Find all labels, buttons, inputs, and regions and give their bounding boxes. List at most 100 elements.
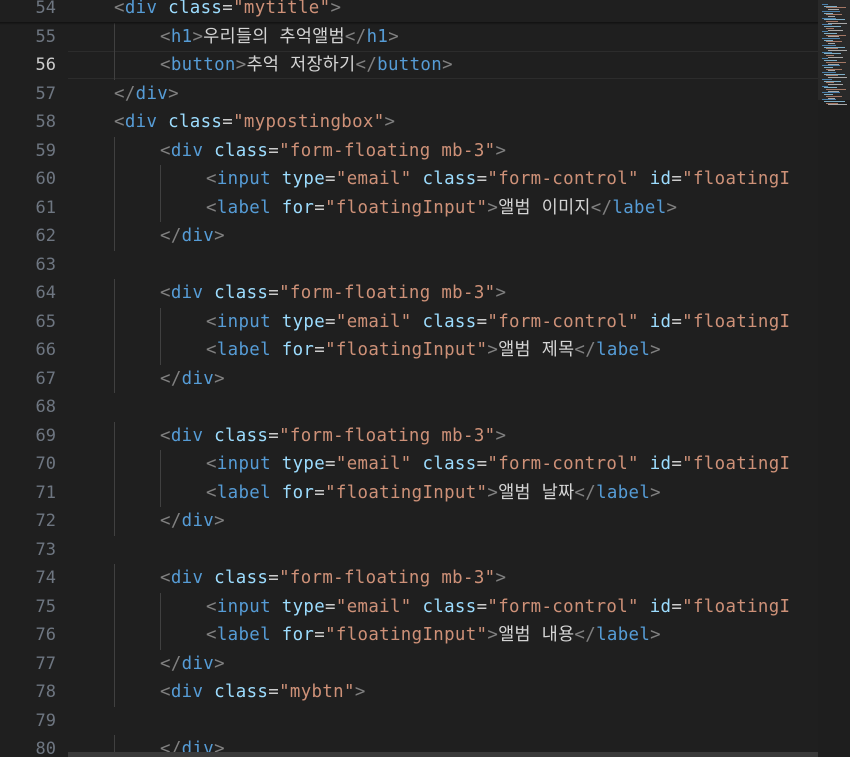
code-token: = xyxy=(476,454,488,474)
code-line[interactable]: <h1>우리들의 추억앨범</h1> xyxy=(68,23,399,52)
code-token: div xyxy=(124,0,158,18)
line-number: 60 xyxy=(35,169,56,189)
code-token: = xyxy=(222,0,234,18)
code-line[interactable]: <div class="mypostingbox"> xyxy=(68,108,395,137)
code-token: = xyxy=(671,311,683,332)
code-token: type xyxy=(281,169,326,189)
code-token: </ xyxy=(160,226,182,246)
line-number: 75 xyxy=(35,596,56,617)
code-token: = xyxy=(325,311,336,332)
code-token: button xyxy=(170,55,236,75)
code-token: < xyxy=(160,568,171,588)
code-token: label xyxy=(596,340,651,360)
code-token: < xyxy=(114,0,125,18)
minimap[interactable] xyxy=(818,0,850,757)
code-token: < xyxy=(206,169,217,189)
code-token: = xyxy=(268,283,280,303)
code-token: > xyxy=(235,55,247,75)
code-token: input xyxy=(216,454,271,474)
code-token: div xyxy=(170,425,204,446)
line-number: 55 xyxy=(35,26,56,47)
code-token: div xyxy=(124,112,158,132)
code-token: "floatingInput" xyxy=(325,625,488,645)
code-token: "form-floating mb-3" xyxy=(279,140,496,161)
line-number: 72 xyxy=(35,511,56,531)
code-line[interactable]: <input type="email" class="form-control"… xyxy=(68,593,790,622)
code-token: < xyxy=(206,482,217,503)
code-token: > xyxy=(214,653,225,674)
code-line[interactable]: </div> xyxy=(68,222,225,251)
code-token: = xyxy=(314,625,326,645)
code-token: h1 xyxy=(366,26,389,47)
code-token: "form-control" xyxy=(487,454,639,474)
code-token: for xyxy=(281,197,315,218)
code-line[interactable]: <div class="mytitle"> xyxy=(68,0,341,23)
code-line[interactable]: <label for="floatingInput">앨범 이미지</label… xyxy=(68,194,677,223)
code-line[interactable]: </div> xyxy=(68,507,225,536)
code-line[interactable]: </div> xyxy=(68,80,179,109)
code-token: 우리들의 추억앨범 xyxy=(203,26,345,47)
code-line[interactable]: <div class="form-floating mb-3"> xyxy=(68,564,506,593)
code-token: for xyxy=(281,340,315,360)
code-token: id xyxy=(649,169,672,189)
code-line[interactable]: </div> xyxy=(68,650,225,679)
code-token: = xyxy=(671,596,683,617)
line-number-gutter[interactable]: 54 55 56 57 58 59 60 61 62 63 64 65 66 67 68 69 70 71 72 73… xyxy=(0,0,62,757)
code-line[interactable]: <input type="email" class="form-control"… xyxy=(68,308,790,337)
code-token: > xyxy=(650,482,661,503)
code-line[interactable]: <div class="form-floating mb-3"> xyxy=(68,137,506,166)
code-line[interactable]: <div class="form-floating mb-3"> xyxy=(68,422,506,451)
code-token: "email" xyxy=(335,169,412,189)
code-line[interactable]: <input type="email" class="form-control"… xyxy=(68,450,790,479)
code-token: = xyxy=(325,454,336,474)
code-token: "form-control" xyxy=(487,596,639,617)
code-line[interactable]: <label for="floatingInput">앨범 내용</label> xyxy=(68,621,661,650)
line-number: 73 xyxy=(35,539,56,560)
code-token: class xyxy=(214,568,269,588)
code-token: > xyxy=(168,83,179,104)
code-token: "floatingI xyxy=(682,311,791,332)
minimap-code-line xyxy=(828,104,847,106)
code-token: = xyxy=(325,169,336,189)
code-token: input xyxy=(216,169,271,189)
code-line[interactable]: <input type="email" class="form-control"… xyxy=(68,165,790,194)
code-token: > xyxy=(650,625,661,645)
code-token: < xyxy=(160,682,171,702)
code-line[interactable]: </div> xyxy=(68,365,225,394)
code-token: < xyxy=(206,197,217,218)
horizontal-scrollbar[interactable] xyxy=(68,752,818,757)
code-token: class xyxy=(422,454,477,474)
code-line[interactable]: <div class="form-floating mb-3"> xyxy=(68,279,506,308)
line-number: 56 xyxy=(35,55,56,75)
code-token: </ xyxy=(574,625,597,645)
code-line[interactable]: <div class="mybtn"> xyxy=(68,678,366,707)
line-number: 58 xyxy=(35,112,56,132)
code-token: "floatingInput" xyxy=(325,197,488,218)
code-line[interactable]: <button>추억 저장하기</button> xyxy=(68,51,453,80)
code-token: class xyxy=(422,311,477,332)
code-line[interactable]: <label for="floatingInput">앨범 제목</label> xyxy=(68,336,661,365)
code-token: = xyxy=(476,311,488,332)
code-token: > xyxy=(384,112,396,132)
code-token: "form-floating mb-3" xyxy=(279,283,496,303)
code-token: class xyxy=(214,682,269,702)
code-token: class xyxy=(168,0,223,18)
code-token: > xyxy=(442,55,453,75)
code-editor[interactable]: 54 55 56 57 58 59 60 61 62 63 64 65 66 67 68 69 70 71 72 73… xyxy=(0,0,818,757)
code-line[interactable]: <label for="floatingInput">앨범 날짜</label> xyxy=(68,479,661,508)
code-token: < xyxy=(160,140,171,161)
code-token: > xyxy=(192,26,204,47)
line-number: 63 xyxy=(35,254,56,275)
code-token: "floatingInput" xyxy=(325,482,488,503)
code-token: id xyxy=(649,596,672,617)
